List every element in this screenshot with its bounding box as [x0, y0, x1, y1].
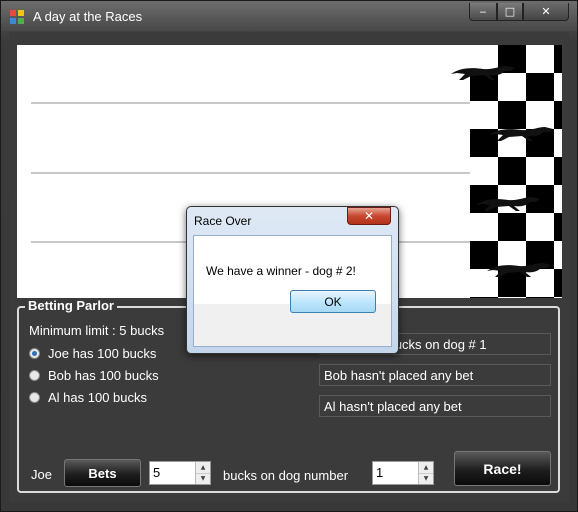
- dialog-close-button[interactable]: ✕: [347, 207, 391, 225]
- dog-number-stepper-arrows[interactable]: ▲ ▼: [418, 462, 433, 484]
- radio-label: Bob has 100 bucks: [48, 368, 159, 383]
- amount-value[interactable]: 5: [153, 465, 160, 480]
- bet-status-bob: Bob hasn't placed any bet: [319, 364, 551, 386]
- maximize-icon: □: [504, 5, 516, 18]
- spin-up-icon[interactable]: ▲: [196, 462, 210, 474]
- lane-divider: [31, 172, 471, 174]
- app-icon: [10, 10, 24, 24]
- greyhound-4-icon: [487, 263, 551, 277]
- radio-button-selected[interactable]: [29, 348, 40, 359]
- minimum-limit-label: Minimum limit : 5 bucks: [29, 323, 165, 338]
- radio-label: Al has 100 bucks: [48, 390, 148, 405]
- lane-divider: [31, 102, 471, 104]
- close-icon: ✕: [363, 209, 375, 223]
- race-over-dialog: Race Over ✕ We have a winner - dog # 2! …: [186, 206, 399, 354]
- spin-up-icon[interactable]: ▲: [419, 462, 433, 474]
- dog-number-stepper[interactable]: 1 ▲ ▼: [372, 461, 434, 485]
- dialog-title: Race Over: [194, 214, 252, 228]
- radio-bob[interactable]: Bob has 100 bucks: [29, 368, 159, 383]
- race-button[interactable]: Race!: [454, 451, 551, 486]
- radio-button[interactable]: [29, 392, 40, 403]
- close-button[interactable]: ✕: [523, 3, 569, 21]
- radio-label: Joe has 100 bucks: [48, 346, 157, 361]
- amount-stepper-arrows[interactable]: ▲ ▼: [195, 462, 210, 484]
- amount-stepper[interactable]: 5 ▲ ▼: [149, 461, 211, 485]
- minimize-button[interactable]: ‒: [469, 3, 497, 21]
- minimize-icon: ‒: [479, 5, 487, 18]
- title-bar[interactable]: A day at the Races ‒ □ ✕: [1, 1, 577, 31]
- greyhound-2-icon: [489, 127, 553, 141]
- close-icon: ✕: [541, 5, 551, 18]
- greyhound-1-icon: [451, 66, 515, 80]
- radio-joe[interactable]: Joe has 100 bucks: [29, 346, 156, 361]
- spin-down-icon[interactable]: ▼: [419, 474, 433, 485]
- bucks-on-dog-label: bucks on dog number: [223, 468, 349, 483]
- radio-al[interactable]: Al has 100 bucks: [29, 390, 147, 405]
- maximize-button[interactable]: □: [497, 3, 523, 21]
- bet-status-al: Al hasn't placed any bet: [319, 395, 551, 417]
- betting-parlor-legend: Betting Parlor: [25, 298, 117, 313]
- window-title: A day at the Races: [33, 9, 143, 24]
- spin-down-icon[interactable]: ▼: [196, 474, 210, 485]
- radio-button[interactable]: [29, 370, 40, 381]
- ok-button[interactable]: OK: [290, 290, 376, 313]
- dog-number-value[interactable]: 1: [376, 465, 383, 480]
- greyhound-3-icon: [476, 197, 540, 211]
- bets-button[interactable]: Bets: [64, 459, 141, 487]
- current-bettor-label: Joe: [31, 467, 52, 482]
- dialog-message: We have a winner - dog # 2!: [206, 264, 356, 278]
